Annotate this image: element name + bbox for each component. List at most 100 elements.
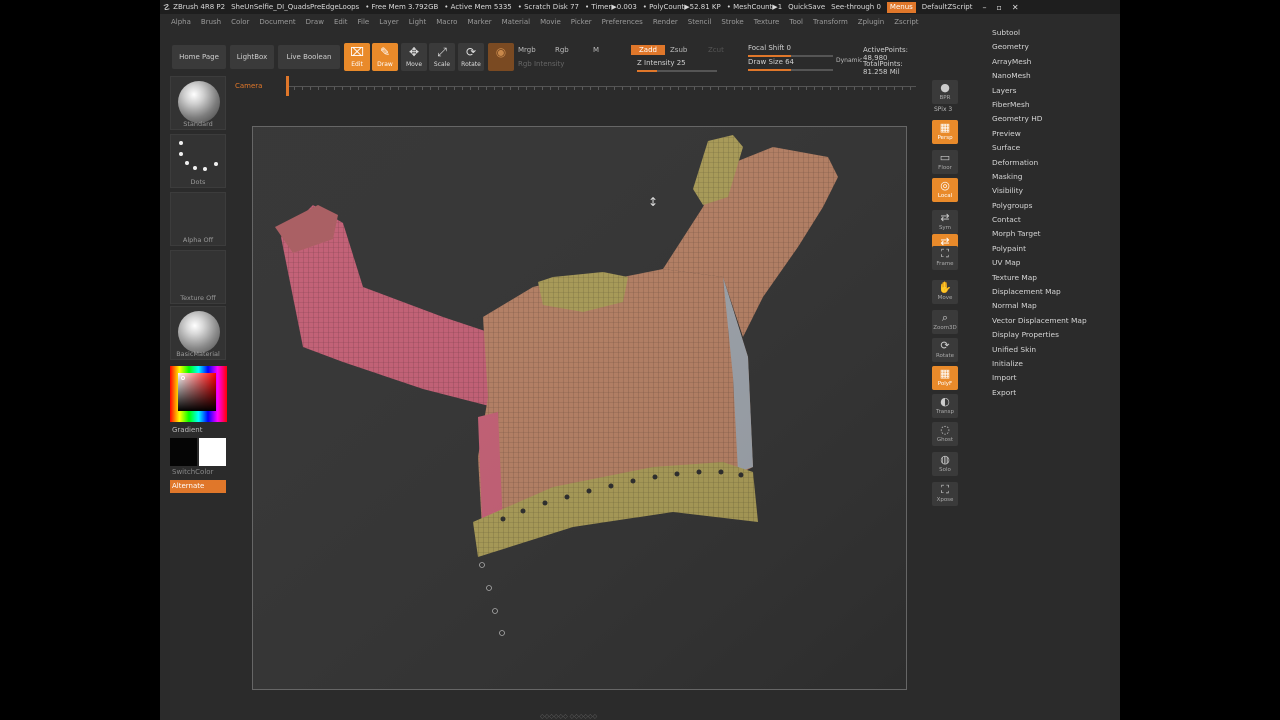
tool-subpalette-initialize[interactable]: Initialize	[990, 357, 1110, 371]
lightbox-button[interactable]: LightBox	[230, 45, 274, 69]
tool-subpalette-nanomesh[interactable]: NanoMesh	[990, 69, 1110, 83]
right-shelf-solo-button[interactable]: ◍ Solo	[932, 452, 958, 476]
spix-setting[interactable]: SPix 3	[934, 106, 952, 113]
right-shelf-frame-button[interactable]: ⛶ Frame	[932, 246, 958, 270]
timeline-ruler[interactable]	[286, 86, 916, 90]
scale-button[interactable]: ⤢ Scale	[429, 43, 455, 71]
menu-stencil[interactable]: Stencil	[688, 18, 712, 26]
edit-button[interactable]: ⌧ Edit	[344, 43, 370, 71]
right-shelf-transp-button[interactable]: ◐ Transp	[932, 394, 958, 418]
tool-subpalette-uv-map[interactable]: UV Map	[990, 256, 1110, 270]
tool-subpalette-geometry-hd[interactable]: Geometry HD	[990, 112, 1110, 126]
menu-tool[interactable]: Tool	[789, 18, 803, 26]
menu-draw[interactable]: Draw	[306, 18, 324, 26]
mrgb-toggle[interactable]: Mrgb	[518, 46, 536, 54]
alpha-button[interactable]: Alpha Off	[170, 192, 226, 246]
quicksave-button[interactable]: QuickSave	[788, 3, 825, 11]
dynamic-toggle[interactable]: Dynamic	[836, 57, 862, 64]
maximize-icon[interactable]: ▫	[996, 3, 1001, 12]
right-shelf-local-button[interactable]: ◎ Local	[932, 178, 958, 202]
right-shelf-bpr-button[interactable]: ● BPR	[932, 80, 958, 104]
m-toggle[interactable]: M	[593, 46, 599, 54]
menu-brush[interactable]: Brush	[201, 18, 221, 26]
z-intensity-slider[interactable]: Z Intensity 25	[637, 59, 717, 72]
menu-alpha[interactable]: Alpha	[171, 18, 191, 26]
menu-render[interactable]: Render	[653, 18, 678, 26]
menu-macro[interactable]: Macro	[436, 18, 457, 26]
menu-stroke[interactable]: Stroke	[721, 18, 743, 26]
menus-button[interactable]: Menus	[886, 1, 916, 13]
draw-button[interactable]: ✎ Draw	[372, 43, 398, 71]
right-shelf-sym-button[interactable]: ⇄ Sym	[932, 210, 958, 234]
texture-button[interactable]: Texture Off	[170, 250, 226, 304]
stroke-button[interactable]: Dots	[170, 134, 226, 188]
tool-subpalette-morph-target[interactable]: Morph Target	[990, 227, 1110, 241]
material-swatch-button[interactable]: ◉	[488, 43, 514, 71]
menu-transform[interactable]: Transform	[813, 18, 848, 26]
secondary-color-swatch[interactable]	[170, 438, 197, 466]
rgb-toggle[interactable]: Rgb	[555, 46, 569, 54]
home-page-button[interactable]: Home Page	[172, 45, 226, 69]
menu-light[interactable]: Light	[409, 18, 426, 26]
zcut-toggle[interactable]: Zcut	[708, 46, 724, 54]
tool-subpalette-contact[interactable]: Contact	[990, 213, 1110, 227]
tool-subpalette-surface[interactable]: Surface	[990, 141, 1110, 155]
tool-subpalette-deformation[interactable]: Deformation	[990, 156, 1110, 170]
material-button[interactable]: BasicMaterial	[170, 306, 226, 360]
right-shelf-ghost-button[interactable]: ◌ Ghost	[932, 422, 958, 446]
see-through-slider[interactable]: See-through 0	[831, 3, 881, 11]
tool-subpalette-texture-map[interactable]: Texture Map	[990, 271, 1110, 285]
brush-button[interactable]: Standard	[170, 76, 226, 130]
zsub-toggle[interactable]: Zsub	[670, 46, 687, 54]
right-shelf-move-button[interactable]: ✋ Move	[932, 280, 958, 304]
timeline-handle[interactable]	[286, 76, 289, 96]
right-shelf-persp-button[interactable]: ▦ Persp	[932, 120, 958, 144]
jacket-model[interactable]	[253, 127, 907, 690]
menu-edit[interactable]: Edit	[334, 18, 348, 26]
close-icon[interactable]: ✕	[1012, 3, 1019, 12]
canvas-viewport[interactable]	[252, 126, 907, 690]
tool-subpalette-display-properties[interactable]: Display Properties	[990, 328, 1110, 342]
menu-movie[interactable]: Movie	[540, 18, 561, 26]
default-zscript-button[interactable]: DefaultZScript	[922, 3, 973, 11]
tool-subpalette-import[interactable]: Import	[990, 371, 1110, 385]
tool-subpalette-geometry[interactable]: Geometry	[990, 40, 1110, 54]
rgb-intensity-slider[interactable]: Rgb Intensity	[518, 60, 564, 68]
tool-subpalette-displacement-map[interactable]: Displacement Map	[990, 285, 1110, 299]
bottom-tray-handle[interactable]: ◇◇◇◇◇◇ ◇◇◇◇◇◇	[540, 713, 597, 720]
tool-subpalette-vector-displacement-map[interactable]: Vector Displacement Map	[990, 314, 1110, 328]
tool-subpalette-preview[interactable]: Preview	[990, 127, 1110, 141]
tool-subpalette-subtool[interactable]: Subtool	[990, 26, 1110, 40]
menu-preferences[interactable]: Preferences	[602, 18, 643, 26]
live-boolean-button[interactable]: Live Boolean	[278, 45, 340, 69]
right-shelf-polyf-button[interactable]: ▦ PolyF	[932, 366, 958, 390]
right-shelf-floor-button[interactable]: ▭ Floor	[932, 150, 958, 174]
color-picker[interactable]	[170, 366, 227, 422]
tool-subpalette-normal-map[interactable]: Normal Map	[990, 299, 1110, 313]
tool-subpalette-export[interactable]: Export	[990, 386, 1110, 400]
tool-subpalette-arraymesh[interactable]: ArrayMesh	[990, 55, 1110, 69]
menu-file[interactable]: File	[358, 18, 370, 26]
menu-layer[interactable]: Layer	[379, 18, 399, 26]
move-button[interactable]: ✥ Move	[401, 43, 427, 71]
alternate-button[interactable]: Alternate	[170, 480, 226, 493]
tool-subpalette-polypaint[interactable]: Polypaint	[990, 242, 1110, 256]
rotate-button[interactable]: ⟳ Rotate	[458, 43, 484, 71]
menu-picker[interactable]: Picker	[571, 18, 592, 26]
switch-color-button[interactable]: SwitchColor	[172, 468, 213, 476]
menu-zscript[interactable]: Zscript	[894, 18, 918, 26]
gradient-label[interactable]: Gradient	[172, 426, 202, 434]
draw-size-slider[interactable]: Draw Size 64	[748, 58, 833, 71]
menu-marker[interactable]: Marker	[467, 18, 491, 26]
menu-document[interactable]: Document	[259, 18, 295, 26]
menu-color[interactable]: Color	[231, 18, 249, 26]
minimize-icon[interactable]: –	[982, 3, 986, 12]
main-color-swatch[interactable]	[199, 438, 226, 466]
tool-subpalette-visibility[interactable]: Visibility	[990, 184, 1110, 198]
tool-subpalette-layers[interactable]: Layers	[990, 84, 1110, 98]
tool-subpalette-masking[interactable]: Masking	[990, 170, 1110, 184]
right-shelf-zoom3d-button[interactable]: ⌕ Zoom3D	[932, 310, 958, 334]
menu-zplugin[interactable]: Zplugin	[858, 18, 884, 26]
right-shelf-xpose-button[interactable]: ⛶ Xpose	[932, 482, 958, 506]
tool-subpalette-polygroups[interactable]: Polygroups	[990, 199, 1110, 213]
